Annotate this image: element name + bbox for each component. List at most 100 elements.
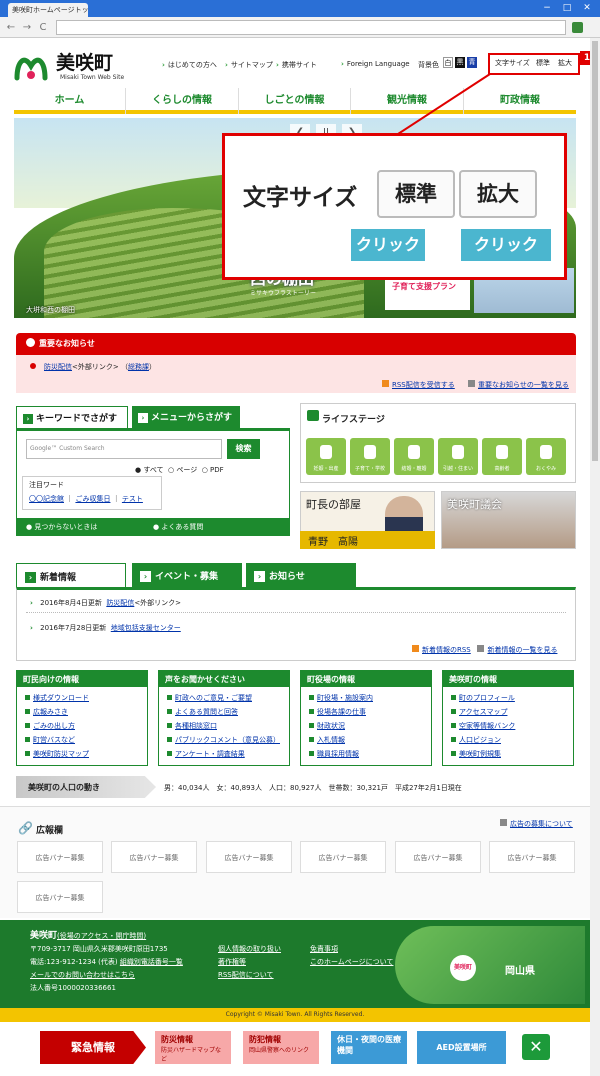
- news-link[interactable]: 防災配信: [106, 599, 134, 607]
- column-link[interactable]: アンケート・調査結果: [167, 749, 245, 759]
- bg-black-button[interactable]: 黒: [455, 57, 465, 68]
- browser-tab[interactable]: 美咲町ホームページトップペ: [8, 3, 88, 17]
- footer-about-link[interactable]: このホームページについて: [310, 957, 393, 967]
- ad-banner-slot[interactable]: 広告バナー募集: [300, 841, 386, 873]
- attention-words: 注目ワード 〇〇記念館 ｜ ごみ収集日 ｜ テスト: [22, 476, 162, 510]
- aed-button[interactable]: AED設置場所: [417, 1031, 506, 1064]
- important-list[interactable]: 重要なお知らせの一覧を見る: [468, 380, 569, 390]
- life-childcare[interactable]: 子育て・学校: [350, 438, 390, 475]
- column-link[interactable]: 様式ダウンロード: [25, 693, 89, 703]
- ads-recruit-link[interactable]: 広告の募集について: [510, 820, 573, 828]
- font-standard-button[interactable]: 標準: [536, 58, 550, 68]
- column-link[interactable]: 美咲町防災マップ: [25, 749, 89, 759]
- column-link[interactable]: 財政状況: [309, 721, 345, 731]
- tab-notices[interactable]: › お知らせ: [246, 563, 356, 587]
- site-title[interactable]: 美咲町: [56, 48, 113, 75]
- extension-icon[interactable]: [572, 22, 583, 33]
- column-link[interactable]: 空家等情報バンク: [451, 721, 515, 731]
- ad-banner-slot[interactable]: 広告バナー募集: [17, 841, 103, 873]
- column-link[interactable]: 町役場・施設案内: [309, 693, 373, 703]
- column-link[interactable]: 役場各課の仕事: [309, 707, 366, 717]
- close-window-icon[interactable]: ✕: [580, 2, 594, 14]
- news-divider: [26, 612, 566, 613]
- life-moving[interactable]: 引越・住まい: [438, 438, 478, 475]
- footer-phone-list-link[interactable]: 組織別電話番号一覧: [120, 958, 183, 966]
- life-marriage[interactable]: 結婚・離婚: [394, 438, 434, 475]
- maximize-icon[interactable]: □: [560, 2, 574, 14]
- important-rss-link[interactable]: RSS配信を受信する: [392, 381, 455, 389]
- nav-tourism[interactable]: 観光情報: [351, 88, 464, 114]
- column-link[interactable]: 人口ビジョン: [451, 735, 501, 745]
- ad-banner-slot[interactable]: 広告バナー募集: [489, 841, 575, 873]
- ads-recruit[interactable]: 広告の募集について: [500, 819, 573, 829]
- search-button[interactable]: 検索: [227, 439, 260, 459]
- link-mobile[interactable]: 携帯サイト: [276, 60, 317, 70]
- link-sitemap[interactable]: サイトマップ: [225, 60, 273, 70]
- back-icon[interactable]: ←: [4, 20, 18, 35]
- column-link[interactable]: 町のプロフィール: [451, 693, 515, 703]
- minimize-icon[interactable]: −: [540, 2, 554, 14]
- forward-icon[interactable]: →: [20, 20, 34, 35]
- url-input[interactable]: [56, 20, 566, 35]
- life-condolence[interactable]: おくやみ: [526, 438, 566, 475]
- news-list-link[interactable]: 新着情報の一覧を見る: [487, 646, 557, 654]
- tab-menu-search[interactable]: › メニューからさがす: [132, 406, 240, 428]
- nav-town-government[interactable]: 町政情報: [464, 88, 576, 114]
- important-item-dept[interactable]: 総務課: [128, 363, 149, 371]
- tab-new-info[interactable]: › 新着情報: [16, 563, 126, 587]
- column-link[interactable]: アクセスマップ: [451, 707, 507, 717]
- footer-access-link[interactable]: (役場のアクセス・開庁時間): [57, 932, 146, 940]
- column-link[interactable]: ごみの出し方: [25, 721, 75, 731]
- link-foreign-language[interactable]: Foreign Language: [341, 60, 410, 68]
- column-link[interactable]: 広報みさき: [25, 707, 68, 717]
- ad-banner-slot[interactable]: 広告バナー募集: [17, 881, 103, 913]
- footer-copyright-link[interactable]: 著作権等: [218, 957, 246, 967]
- footer-privacy-link[interactable]: 個人情報の取り扱い: [218, 944, 281, 954]
- disaster-info-sub: 防災ハザードマップなど: [161, 1047, 222, 1063]
- important-list-link[interactable]: 重要なお知らせの一覧を見る: [478, 381, 569, 389]
- font-large-button[interactable]: 拡大: [558, 58, 572, 68]
- footer-mail-link[interactable]: メールでのお問い合わせはこちら: [30, 970, 135, 980]
- column-link[interactable]: 町政へのご意見・ご要望: [167, 693, 252, 703]
- column-link[interactable]: よくある質問と回答: [167, 707, 238, 717]
- life-pregnancy[interactable]: 妊娠・出産: [306, 438, 346, 475]
- nav-home[interactable]: ホーム: [14, 88, 126, 114]
- column-link[interactable]: パブリックコメント（意見公募）: [167, 735, 280, 745]
- column-link[interactable]: 入札情報: [309, 735, 345, 745]
- attention-word[interactable]: テスト: [122, 495, 143, 503]
- crime-info-button[interactable]: 防犯情報 岡山県警察へのリンク: [243, 1031, 319, 1064]
- important-rss[interactable]: RSS配信を受信する: [382, 380, 455, 390]
- column-link[interactable]: 美咲町例規集: [451, 749, 501, 759]
- nav-work[interactable]: しごとの情報: [239, 88, 351, 114]
- notfound-link[interactable]: ● 見つからないときは: [26, 522, 97, 532]
- important-item-link[interactable]: 防災配信: [44, 363, 72, 371]
- column-link[interactable]: 町営バスなど: [25, 735, 75, 745]
- tab-keyword-search[interactable]: › キーワードでさがす: [16, 406, 128, 428]
- bg-blue-button[interactable]: 青: [467, 57, 477, 68]
- attention-word[interactable]: 〇〇記念館: [29, 495, 64, 503]
- link-first-visit[interactable]: はじめての方へ: [162, 60, 217, 70]
- news-rss-link[interactable]: 新着情報のRSS: [422, 646, 471, 654]
- ad-banner-slot[interactable]: 広告バナー募集: [111, 841, 197, 873]
- radio-pdf[interactable]: ○: [202, 466, 210, 474]
- search-input[interactable]: Google™ Custom Search: [26, 439, 222, 459]
- scrollbar-thumb[interactable]: [592, 41, 598, 461]
- faq-link[interactable]: ● よくある質問: [153, 522, 203, 532]
- hero-banner-text[interactable]: 子育て支援プラン: [392, 281, 456, 292]
- reload-icon[interactable]: C: [36, 20, 50, 35]
- medical-button[interactable]: 休日・夜間の医療機関: [331, 1031, 407, 1064]
- nav-living[interactable]: くらしの情報: [126, 88, 239, 114]
- footer-disclaimer-link[interactable]: 免責事項: [310, 944, 338, 954]
- news-link[interactable]: 地域包括支援センター: [111, 624, 181, 632]
- ad-banner-slot[interactable]: 広告バナー募集: [206, 841, 292, 873]
- column-link[interactable]: 各種相談窓口: [167, 721, 217, 731]
- ad-banner-slot[interactable]: 広告バナー募集: [395, 841, 481, 873]
- close-icon[interactable]: ✕: [522, 1034, 550, 1060]
- disaster-info-button[interactable]: 防災情報 防災ハザードマップなど: [155, 1031, 231, 1064]
- life-elderly[interactable]: 高齢者: [482, 438, 522, 475]
- attention-word[interactable]: ごみ収集日: [75, 495, 110, 503]
- footer-rss-link[interactable]: RSS配信について: [218, 970, 274, 980]
- tab-events[interactable]: › イベント・募集: [132, 563, 242, 587]
- bg-white-button[interactable]: 白: [443, 57, 453, 68]
- column-link[interactable]: 職員採用情報: [309, 749, 359, 759]
